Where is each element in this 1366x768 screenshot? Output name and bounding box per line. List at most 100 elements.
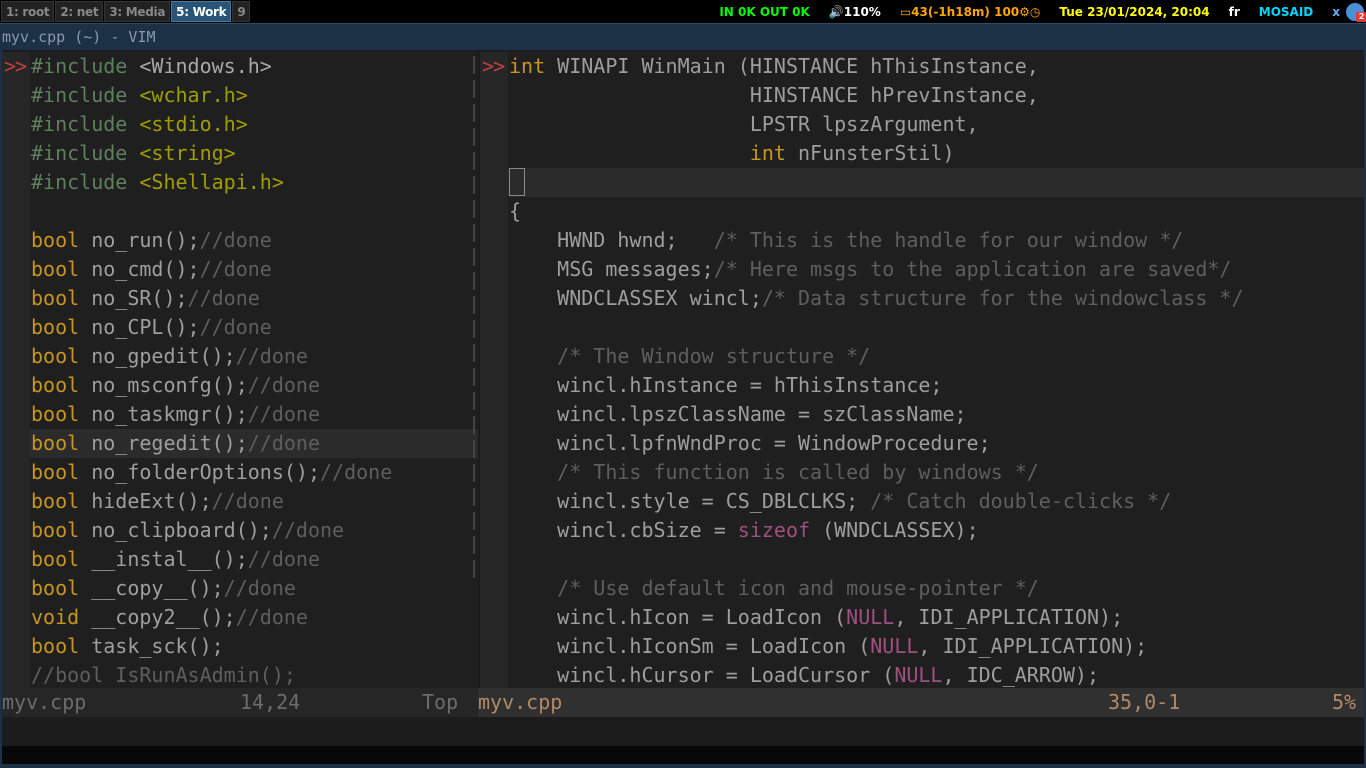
right-statusline[interactable]: myv.cpp 35,0-1 5% — [478, 688, 1364, 717]
code-text: //bool IsRunAsAdmin(); — [30, 661, 478, 688]
workspace-9[interactable]: 9 — [232, 1, 251, 22]
tray-app-icon[interactable]: 2 — [1346, 2, 1366, 22]
window-title: myv.cpp (~) - VIM — [0, 23, 1366, 50]
sign-column — [2, 458, 30, 487]
left-code-line[interactable]: bool hideExt();//done — [2, 487, 478, 516]
left-code-line[interactable]: >> #include <Windows.h> — [2, 52, 478, 81]
code-text: /* The Window structure */ — [508, 342, 1364, 371]
left-code-line[interactable]: bool no_cmd();//done — [2, 255, 478, 284]
left-code-line[interactable]: bool no_msconfg();//done — [2, 371, 478, 400]
code-token: /* Here msgs to the application are save… — [713, 257, 1232, 281]
code-text: bool no_gpedit();//done — [30, 342, 478, 371]
workspace-5[interactable]: 5: Work — [171, 1, 232, 22]
left-code-line[interactable]: bool no_run();//done — [2, 226, 478, 255]
right-code-line[interactable] — [480, 545, 1364, 574]
left-code-line[interactable]: #include <stdio.h> — [2, 110, 478, 139]
right-code-line[interactable]: /* Use default icon and mouse-pointer */ — [480, 574, 1364, 603]
code-token: //done — [235, 605, 308, 629]
right-code-line[interactable]: wincl.hInstance = hThisInstance; — [480, 371, 1364, 400]
right-code-line[interactable]: wincl.style = CS_DBLCLKS; /* Catch doubl… — [480, 487, 1364, 516]
right-code-line[interactable]: WNDCLASSEX wincl;/* Data structure for t… — [480, 284, 1364, 313]
left-code-line[interactable]: bool no_regedit();//done — [2, 429, 478, 458]
left-code-line[interactable]: bool no_gpedit();//done — [2, 342, 478, 371]
left-code-line[interactable]: bool no_clipboard();//done — [2, 516, 478, 545]
left-code-line[interactable]: bool task_sck(); — [2, 632, 478, 661]
separator-dash — [473, 224, 475, 242]
sign-column — [2, 139, 30, 168]
left-code-line[interactable]: bool no_taskmgr();//done — [2, 400, 478, 429]
right-code-line[interactable]: HINSTANCE hPrevInstance, — [480, 81, 1364, 110]
separator-dash — [473, 296, 475, 314]
workspace-1[interactable]: 1: root — [1, 1, 55, 22]
code-text: bool no_CPL();//done — [30, 313, 478, 342]
code-text: { — [508, 197, 1364, 226]
right-code-line[interactable]: /* The Window structure */ — [480, 342, 1364, 371]
sign-column — [480, 139, 508, 168]
right-code-line[interactable]: int nFunsterStil) — [480, 139, 1364, 168]
code-token: no_folderOptions(); — [91, 460, 320, 484]
code-token: //done — [247, 373, 321, 397]
left-code-line[interactable]: bool __instal__();//done — [2, 545, 478, 574]
separator-dash — [473, 464, 475, 482]
code-token: HINSTANCE hPrevInstance, — [509, 83, 1039, 107]
code-token: no_run(); — [91, 228, 200, 252]
close-status[interactable]: x — [1332, 5, 1340, 19]
right-split[interactable]: >> int WINAPI WinMain (HINSTANCE hThisIns… — [480, 52, 1364, 688]
left-code-line[interactable]: #include <Shellapi.h> — [2, 168, 478, 197]
left-code-line[interactable]: bool no_folderOptions();//done — [2, 458, 478, 487]
left-code-line[interactable]: void __copy2__();//done — [2, 603, 478, 632]
vertical-split-separator[interactable] — [471, 50, 478, 686]
left-code-line[interactable]: #include <wchar.h> — [2, 81, 478, 110]
command-line[interactable] — [2, 717, 1364, 746]
separator-dash — [473, 392, 475, 410]
code-text: int nFunsterStil) — [508, 139, 1364, 168]
right-code-line[interactable]: >> int WINAPI WinMain (HINSTANCE hThisIns… — [480, 52, 1364, 81]
sign-column — [480, 255, 508, 284]
separator-dash — [473, 80, 475, 98]
sign-column — [2, 545, 30, 574]
code-token: //done — [271, 518, 345, 542]
workspace-2[interactable]: 2: net — [55, 1, 104, 22]
separator-dash — [473, 488, 475, 506]
left-code-line[interactable] — [2, 197, 478, 226]
keyboard-layout[interactable]: fr — [1229, 5, 1240, 19]
separator-dash — [473, 560, 475, 578]
right-code-line[interactable]: wincl.lpfnWndProc = WindowProcedure; — [480, 429, 1364, 458]
right-code-line[interactable]: HWND hwnd; /* This is the handle for our… — [480, 226, 1364, 255]
code-token: hideExt(); — [91, 489, 212, 513]
right-code-line[interactable]: MSG messages;/* Here msgs to the applica… — [480, 255, 1364, 284]
code-token: //done — [199, 228, 272, 252]
right-code-line[interactable]: wincl.hCursor = LoadCursor (NULL, IDC_AR… — [480, 661, 1364, 688]
sign-column — [480, 661, 508, 688]
right-code-line[interactable]: wincl.hIconSm = LoadIcon (NULL, IDI_APPL… — [480, 632, 1364, 661]
code-token: bool — [31, 576, 92, 600]
code-token: bool — [31, 286, 92, 310]
right-code-line[interactable]: { — [480, 197, 1364, 226]
code-token: bool — [31, 344, 92, 368]
code-token: //done — [223, 576, 296, 600]
code-text: bool no_SR();//done — [30, 284, 478, 313]
workspace-3[interactable]: 3: Media — [104, 1, 171, 22]
left-code-line[interactable]: //bool IsRunAsAdmin(); — [2, 661, 478, 688]
right-code-line[interactable] — [480, 313, 1364, 342]
code-text: bool no_taskmgr();//done — [30, 400, 478, 429]
status-area: IN 0K OUT 0K 🔊110% ▭43(-1h18m) 100⚙◷ Tue… — [719, 0, 1366, 23]
left-statusline[interactable]: myv.cpp 14,24 Top — [2, 688, 478, 717]
right-code-line[interactable]: /* This function is called by windows */ — [480, 458, 1364, 487]
right-code-line[interactable]: wincl.hIcon = LoadIcon (NULL, IDI_APPLIC… — [480, 603, 1364, 632]
separator-dash — [473, 512, 475, 530]
left-code-line[interactable]: bool no_SR();//done — [2, 284, 478, 313]
left-code-line[interactable]: bool no_CPL();//done — [2, 313, 478, 342]
volume-status[interactable]: 🔊110% — [829, 5, 881, 19]
code-token: int — [749, 141, 786, 165]
right-code-line[interactable]: wincl.lpszClassName = szClassName; — [480, 400, 1364, 429]
right-code-line[interactable]: wincl.cbSize = sizeof (WNDCLASSEX); — [480, 516, 1364, 545]
right-code-line[interactable] — [480, 168, 1364, 197]
code-token: #include — [31, 141, 140, 165]
left-code-line[interactable]: #include <string> — [2, 139, 478, 168]
left-code-line[interactable]: bool __copy__();//done — [2, 574, 478, 603]
code-token: bool — [31, 402, 92, 426]
right-code-line[interactable]: LPSTR lpszArgument, — [480, 110, 1364, 139]
vim-editor[interactable]: >> #include <Windows.h> #include <wchar.h>… — [0, 50, 1366, 768]
left-split[interactable]: >> #include <Windows.h> #include <wchar.h>… — [2, 52, 478, 688]
